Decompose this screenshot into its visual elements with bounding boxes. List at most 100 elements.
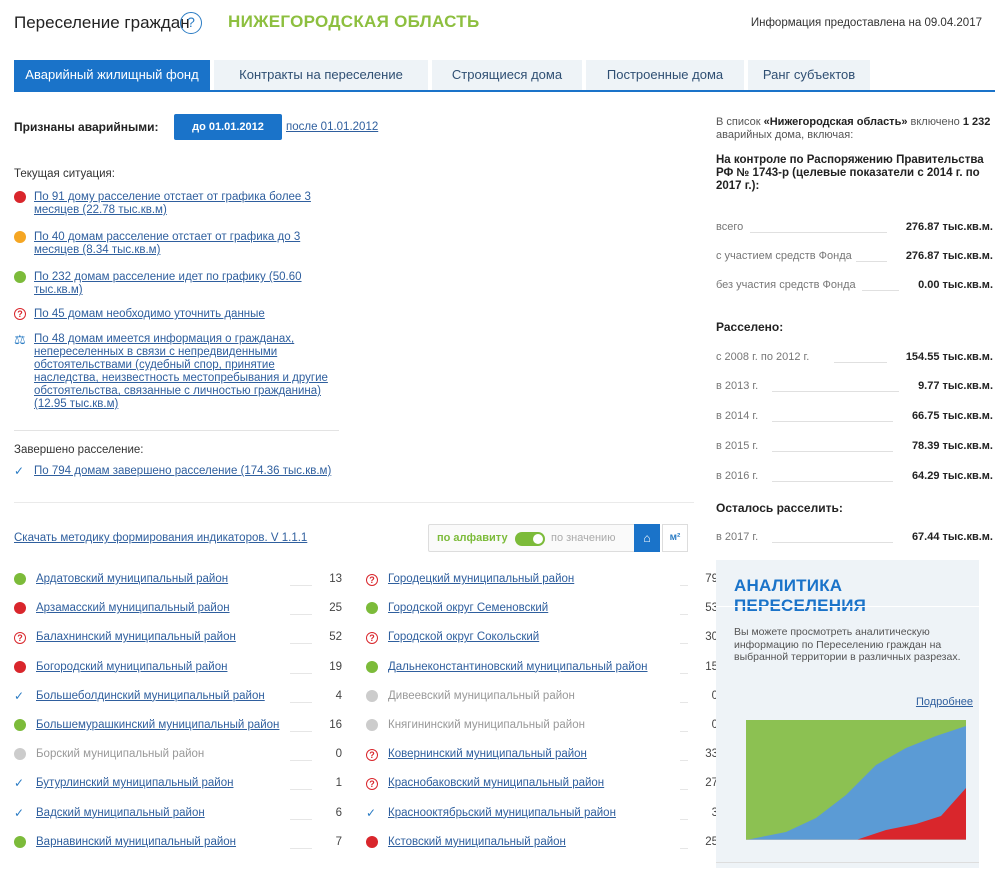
completed-link[interactable]: По 794 домам завершено расселение (174.3… [34, 465, 334, 478]
municipality-row[interactable]: ? Балахнинский муниципальный район 52 [14, 630, 342, 646]
situation-link[interactable]: По 40 домам расселение отстает от график… [34, 231, 334, 257]
summary-intro: В список «Нижегородская область» включен… [716, 116, 994, 142]
municipality-row[interactable]: ✓ Бутурлинский муниципальный район 1 [14, 776, 342, 792]
situation-item[interactable]: ⚖ По 48 домам имеется информация о гражд… [14, 333, 344, 413]
municipality-name[interactable]: Городской округ Сокольский [388, 630, 539, 644]
stat-value: 64.29 тыс.кв.м. [911, 470, 993, 482]
dotted-leader [834, 362, 887, 363]
divider [716, 606, 979, 607]
dotted-leader [772, 421, 893, 422]
situation-link[interactable]: По 48 домам имеется информация о граждан… [34, 333, 334, 411]
region-name: НИЖЕГОРОДСКАЯ ОБЛАСТЬ [228, 12, 480, 31]
situation-item[interactable]: По 91 дому расселение отстает от графика… [14, 191, 344, 221]
municipality-name[interactable]: Богородский муниципальный район [36, 660, 227, 674]
municipality-name[interactable]: Вадский муниципальный район [36, 806, 205, 820]
situation-link[interactable]: По 91 дому расселение отстает от графика… [34, 191, 334, 217]
tab-under-construction[interactable]: Строящиеся дома [432, 60, 582, 90]
situation-link[interactable]: По 45 домам необходимо уточнить данные [34, 308, 334, 321]
municipality-name[interactable]: Ардатовский муниципальный район [36, 572, 228, 586]
municipality-row[interactable]: Борский муниципальный район 0 [14, 747, 342, 763]
divider [14, 502, 694, 503]
municipality-name[interactable]: Краснооктябрьский муниципальный район [388, 806, 616, 820]
municipality-count: 7 [335, 835, 342, 848]
municipality-count: 0 [335, 748, 342, 761]
situation-item[interactable]: По 40 домам расселение отстает от график… [14, 231, 344, 261]
tab-contracts[interactable]: Контракты на переселение [214, 60, 428, 90]
municipality-row[interactable]: Кстовский муниципальный район 25 [366, 835, 718, 851]
municipality-row[interactable]: Большемурашкинский муниципальный район 16 [14, 718, 342, 734]
analytics-chart-illustration [746, 720, 966, 840]
dotted-leader [290, 731, 312, 732]
situation-link[interactable]: По 232 домам расселение идет по графику … [34, 271, 334, 297]
municipality-row[interactable]: ✓ Большеболдинский муниципальный район 4 [14, 689, 342, 705]
stat-label: с участием средств Фонда [716, 250, 852, 262]
municipality-name[interactable]: Большемурашкинский муниципальный район [36, 718, 279, 732]
municipality-row[interactable]: ? Ковернинский муниципальный район 33 [366, 747, 718, 763]
method-download-link[interactable]: Скачать методику формирования индикаторо… [14, 532, 307, 544]
divider [14, 430, 339, 431]
page-title: Переселение граждан [14, 13, 190, 32]
situation-item[interactable]: По 232 домам расселение идет по графику … [14, 271, 344, 301]
stat-value: 276.87 тыс.кв.м. [905, 221, 993, 233]
municipality-name[interactable]: Большеболдинский муниципальный район [36, 689, 265, 703]
municipality-name[interactable]: Арзамасский муниципальный район [36, 601, 230, 615]
situation-item[interactable]: ? По 45 домам необходимо уточнить данные [14, 308, 344, 322]
municipality-name[interactable]: Краснобаковский муниципальный район [388, 776, 604, 790]
dotted-leader [680, 847, 688, 849]
after-2012-link[interactable]: после 01.01.2012 [286, 121, 378, 133]
municipality-count: 0 [711, 719, 718, 731]
municipality-row[interactable]: Княгининский муниципальный район 0 [366, 718, 718, 734]
municipality-name[interactable]: Городецкий муниципальный район [388, 572, 574, 586]
tab-subject-rank[interactable]: Ранг субъектов [748, 60, 870, 90]
municipality-row[interactable]: Дивеевский муниципальный район 0 [366, 689, 718, 705]
tab-built-houses[interactable]: Построенные дома [586, 60, 744, 90]
municipality-name[interactable]: Бутурлинский муниципальный район [36, 776, 233, 790]
red-dot-icon [366, 835, 378, 848]
dotted-leader [680, 701, 688, 703]
municipality-count: 3 [711, 806, 718, 819]
municipality-row[interactable]: Дальнеконстантиновский муниципальный рай… [366, 660, 718, 676]
municipality-count: 13 [329, 573, 342, 585]
question-icon: ? [366, 574, 378, 586]
analytics-more-link[interactable]: Подробнее [916, 696, 973, 708]
municipality-row[interactable]: Варнавинский муниципальный район 7 [14, 835, 342, 851]
tab-emergency-fund[interactable]: Аварийный жилищный фонд [14, 60, 210, 90]
sort-alpha-label[interactable]: по алфавиту [437, 532, 508, 544]
municipality-row[interactable]: ✓ Вадский муниципальный район 6 [14, 806, 342, 822]
green-dot-icon [14, 835, 26, 848]
municipality-name[interactable]: Кстовский муниципальный район [388, 835, 566, 849]
stat-value: 67.44 тыс.кв.м. [911, 531, 993, 543]
dotted-leader [290, 672, 312, 674]
dotted-leader [772, 542, 893, 543]
municipality-row[interactable]: Городской округ Семеновский 53 [366, 601, 718, 617]
municipality-row[interactable]: Арзамасский муниципальный район 25 [14, 601, 342, 617]
check-icon: ✓ [14, 688, 25, 703]
completed-item[interactable]: ✓ По 794 домам завершено расселение (174… [14, 465, 344, 495]
municipality-row[interactable]: ? Краснобаковский муниципальный район 27 [366, 776, 718, 792]
sort-switch[interactable]: по алфавиту по значению [428, 524, 643, 552]
sort-value-label[interactable]: по значению [551, 532, 615, 544]
help-icon[interactable]: ? [180, 12, 202, 34]
stat-row: в 2017 г. 67.44 тыс.кв.м. [716, 531, 995, 545]
sort-toggle[interactable] [515, 532, 545, 546]
municipality-name[interactable]: Городской округ Семеновский [388, 601, 548, 615]
municipality-row[interactable]: Богородский муниципальный район 19 [14, 660, 342, 676]
question-icon: ? [366, 778, 378, 791]
before-2012-button[interactable]: до 01.01.2012 [174, 114, 282, 140]
municipality-name[interactable]: Варнавинский муниципальный район [36, 835, 236, 849]
stat-row: с 2008 г. по 2012 г. 154.55 тыс.кв.м. [716, 351, 995, 365]
stat-value: 276.87 тыс.кв.м. [905, 250, 993, 262]
municipality-row[interactable]: ? Городской округ Сокольский 30 [366, 630, 718, 646]
dotted-leader [290, 847, 312, 849]
home-icon[interactable]: ⌂ [634, 524, 660, 552]
municipality-row[interactable]: ? Городецкий муниципальный район 79 [366, 572, 718, 588]
municipality-row[interactable]: Ардатовский муниципальный район 13 [14, 572, 342, 588]
municipality-name[interactable]: Дальнеконстантиновский муниципальный рай… [388, 660, 648, 674]
status-icon-wrap: ? [366, 748, 379, 762]
municipality-name: Княгининский муниципальный район [388, 719, 585, 731]
area-m2-button[interactable]: м² [662, 524, 688, 552]
municipality-name[interactable]: Балахнинский муниципальный район [36, 630, 236, 644]
municipality-name[interactable]: Ковернинский муниципальный район [388, 747, 587, 761]
municipality-row[interactable]: ✓ Краснооктябрьский муниципальный район 3 [366, 806, 718, 822]
dotted-leader [680, 672, 688, 674]
